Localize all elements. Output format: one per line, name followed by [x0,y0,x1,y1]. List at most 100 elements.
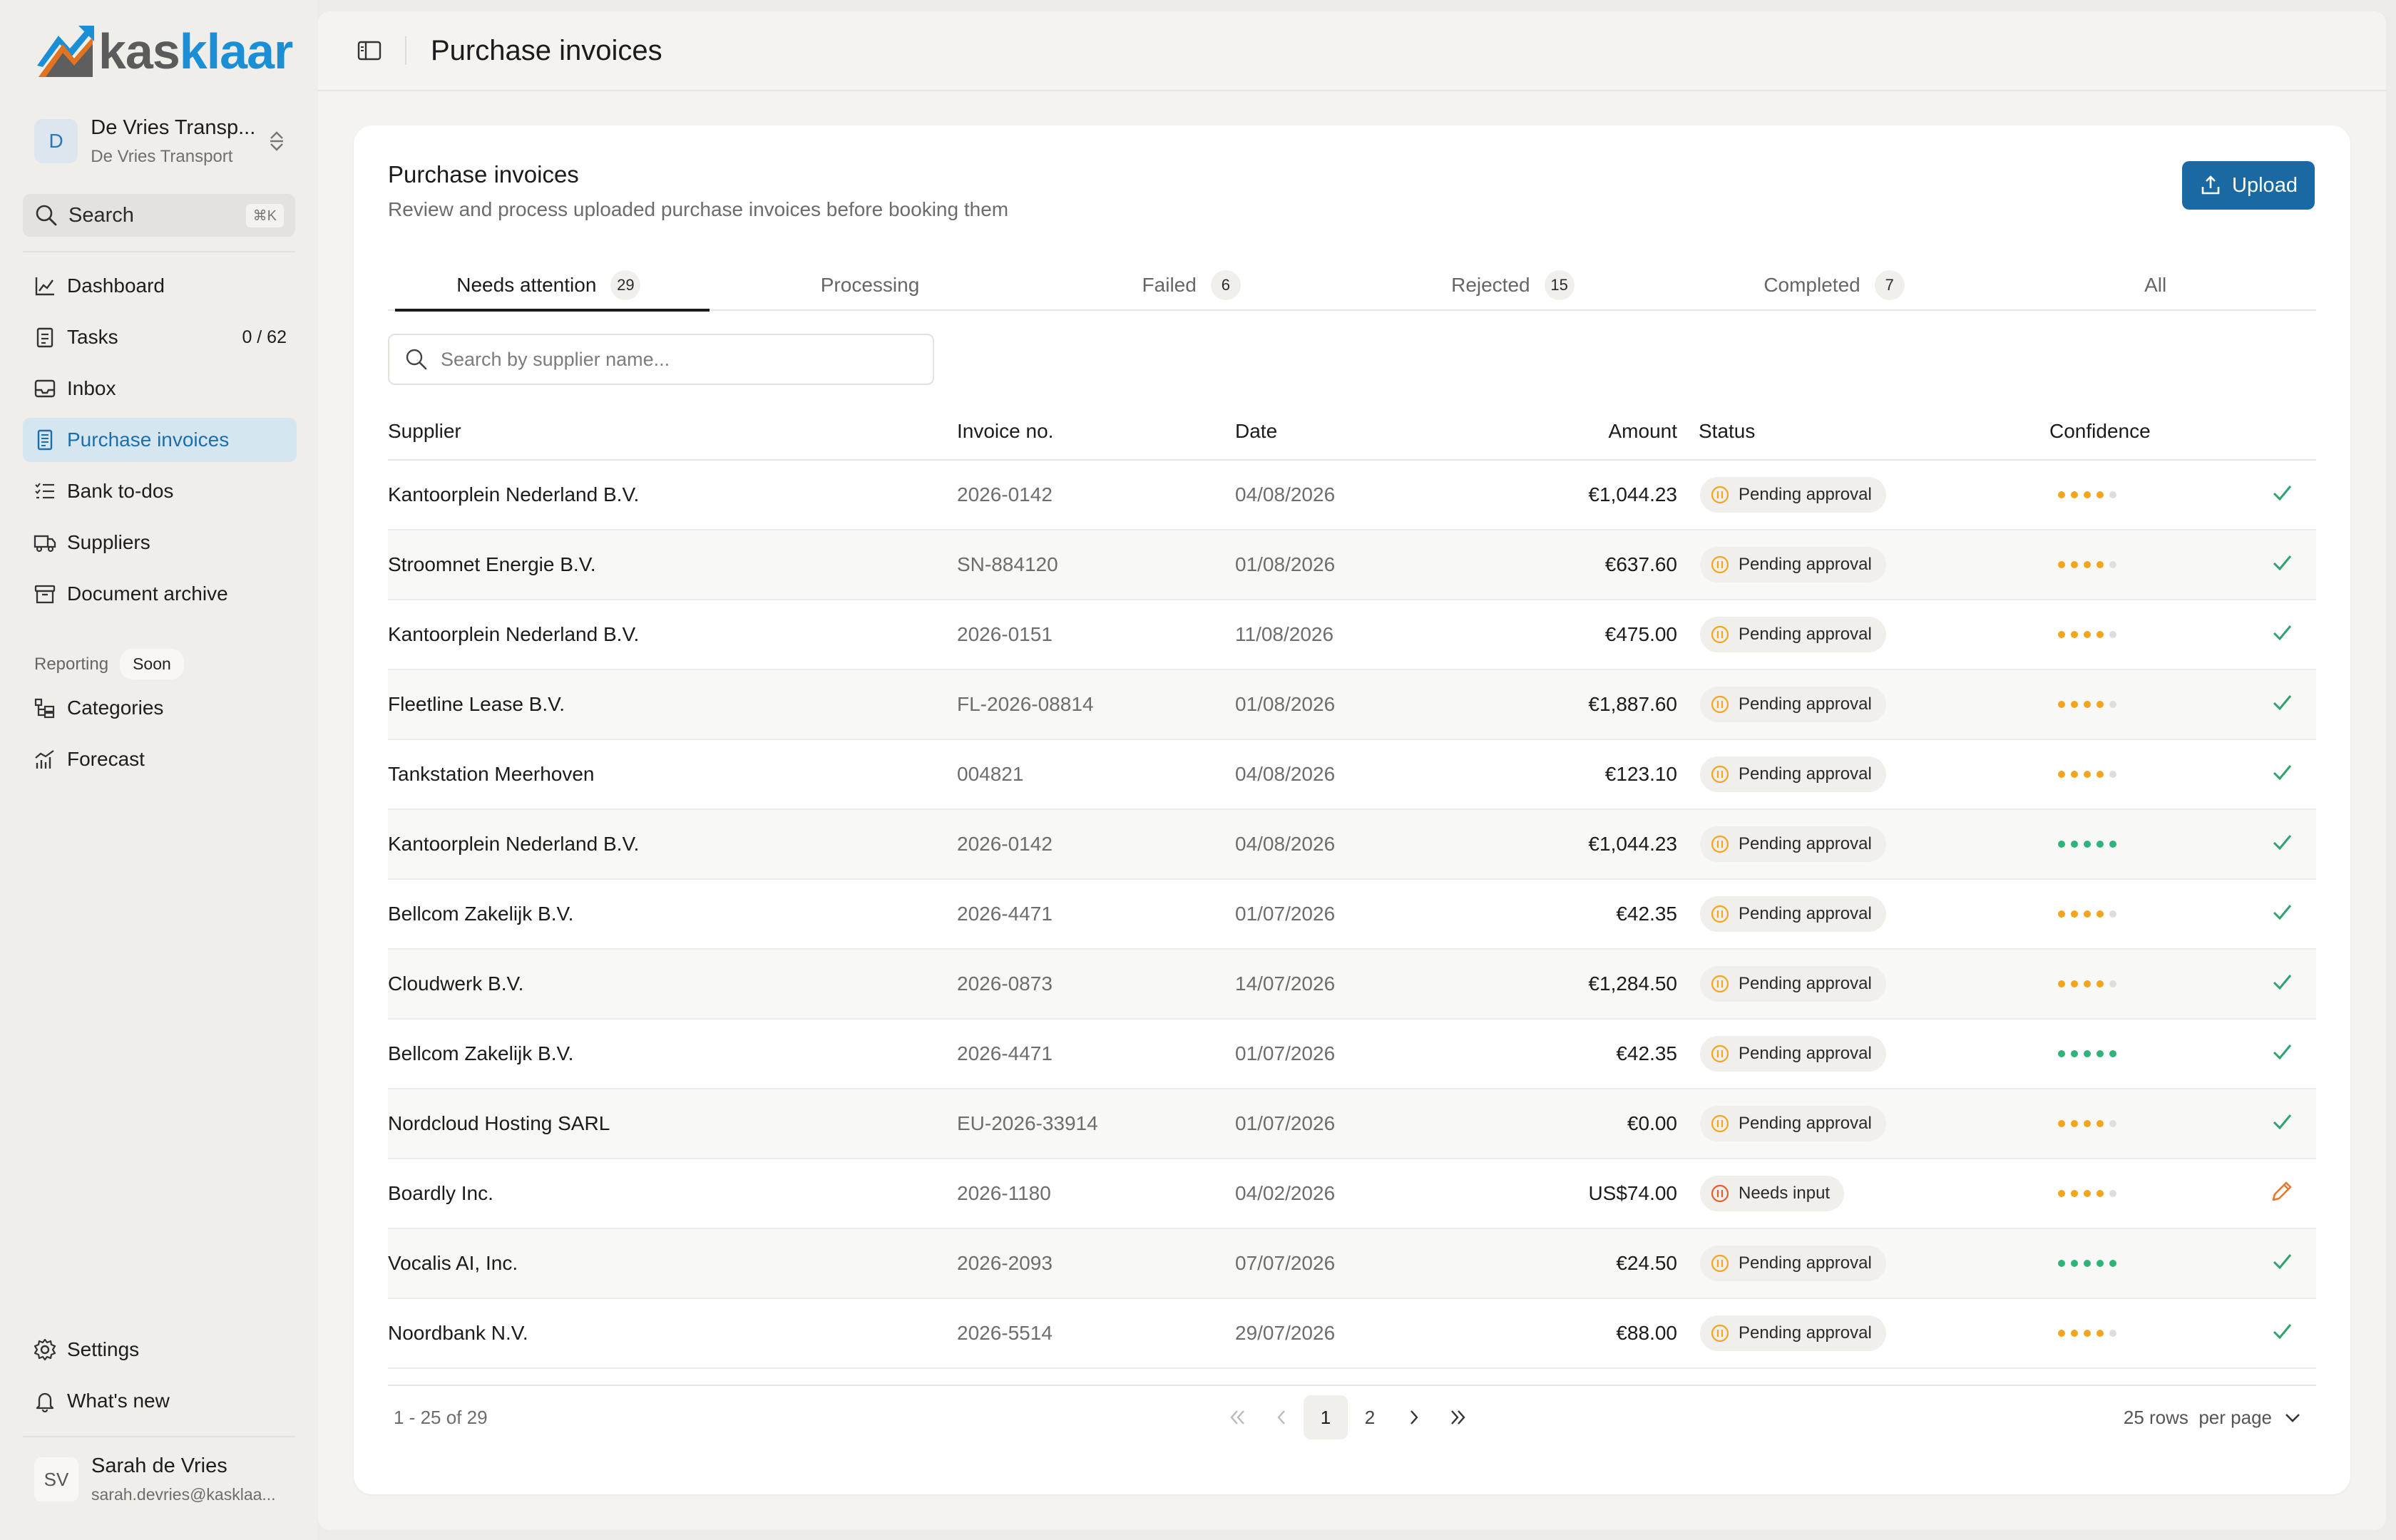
cell-status: Pending approval [1677,547,2049,582]
sidebar-item-tasks[interactable]: Tasks 0 / 62 [23,315,297,359]
status-label: Pending approval [1739,1114,1872,1133]
edit-action[interactable] [2221,1177,2316,1211]
status-label: Needs input [1739,1184,1831,1203]
search-input[interactable] [441,348,911,371]
page-2-button[interactable]: 2 [1348,1395,1392,1439]
tab-all[interactable]: All [1995,261,2316,309]
table-row[interactable]: Bellcom Zakelijk B.V. 2026-4471 01/07/2026… [388,1020,2316,1089]
sidebar-item-suppliers[interactable]: Suppliers [23,520,297,565]
column-header-confidence[interactable]: Confidence [2049,420,2221,443]
table-row[interactable]: Fleetline Lease B.V. FL-2026-08814 01/08/2… [388,670,2316,740]
check-icon[interactable] [2268,1247,2296,1280]
approve-action[interactable] [2221,1317,2316,1350]
approve-action[interactable] [2221,1107,2316,1141]
check-icon[interactable] [2268,688,2296,722]
column-header-status[interactable]: Status [1677,420,2049,443]
check-icon[interactable] [2268,898,2296,931]
status-badge: Pending approval [1700,826,1886,862]
sidebar-toggle-icon[interactable] [355,36,384,65]
sidebar-item-settings[interactable]: Settings [23,1328,297,1372]
check-icon[interactable] [2268,1107,2296,1141]
column-header-invoice[interactable]: Invoice no. [957,420,1235,443]
prev-page-icon[interactable] [1259,1395,1304,1439]
search-icon [36,205,57,226]
confidence-dots [2058,1260,2221,1267]
divider [23,1436,295,1437]
cell-confidence [2049,1190,2221,1197]
sidebar-item-label: Bank to-dos [67,480,174,502]
upload-button[interactable]: Upload [2182,161,2315,210]
table-row[interactable]: Kantoorplein Nederland B.V. 2026-0142 04/0… [388,810,2316,880]
logo[interactable]: kasklaar [34,21,293,81]
sidebar-item-categories[interactable]: Categories [23,686,297,730]
table-row[interactable]: Vocalis AI, Inc. 2026-2093 07/07/2026 €24.5… [388,1229,2316,1299]
table-row[interactable]: Bellcom Zakelijk B.V. 2026-4471 01/07/2026… [388,880,2316,950]
cell-invoice: 2026-4471 [957,903,1053,925]
cell-supplier: Bellcom Zakelijk B.V. [388,1042,574,1064]
sidebar-item-whats-new[interactable]: What's new [23,1379,297,1423]
sidebar-item-inbox[interactable]: Inbox [23,366,297,411]
tab-needs-attention[interactable]: Needs attention 29 [388,261,710,312]
approve-action[interactable] [2221,618,2316,652]
check-icon[interactable] [2268,618,2296,652]
cell-status: Pending approval [1677,617,2049,652]
org-switcher[interactable]: D De Vries Transp... De Vries Transport [34,113,291,170]
pencil-icon[interactable] [2268,1177,2296,1211]
column-header-date[interactable]: Date [1235,420,1449,443]
tab-completed[interactable]: Completed 7 [1674,261,1995,309]
cell-invoice: 2026-2093 [957,1252,1053,1274]
tab-label: Processing [820,274,920,296]
sidebar-item-document-archive[interactable]: Document archive [23,572,297,616]
sidebar-item-label: Suppliers [67,531,150,553]
check-icon[interactable] [2268,758,2296,791]
confidence-dots [2058,1190,2221,1197]
approve-action[interactable] [2221,1247,2316,1280]
approve-action[interactable] [2221,967,2316,1001]
tab-processing[interactable]: Processing [710,261,1031,309]
column-header-supplier[interactable]: Supplier [388,420,957,443]
user-menu[interactable]: SV Sarah de Vries sarah.devries@kasklaa.… [34,1454,284,1504]
table-row[interactable]: Kantoorplein Nederland B.V. 2026-0151 11/0… [388,600,2316,670]
chevron-up-down-icon[interactable] [262,123,291,159]
check-icon[interactable] [2268,1317,2296,1350]
status-label: Pending approval [1739,555,1872,574]
sidebar-item-forecast[interactable]: Forecast [23,737,297,781]
table-row[interactable]: Boardly Inc. 2026-1180 04/02/2026 US$74.00 N… [388,1159,2316,1229]
global-search[interactable]: Search ⌘K [23,194,295,237]
approve-action[interactable] [2221,898,2316,931]
check-icon[interactable] [2268,1037,2296,1071]
sidebar-item-purchase-invoices[interactable]: Purchase invoices [23,418,297,462]
tab-failed[interactable]: Failed 6 [1030,261,1352,309]
rows-per-page-select[interactable]: 25 rows per page [2124,1405,2316,1429]
first-page-icon[interactable] [1215,1395,1259,1439]
tab-rejected[interactable]: Rejected 15 [1352,261,1674,309]
page-1-button[interactable]: 1 [1304,1395,1348,1439]
approve-action[interactable] [2221,478,2316,512]
approve-action[interactable] [2221,828,2316,861]
last-page-icon[interactable] [1436,1395,1480,1439]
table-row[interactable]: Nordcloud Hosting SARL EU-2026-33914 01/07… [388,1089,2316,1159]
approve-action[interactable] [2221,1037,2316,1071]
approve-action[interactable] [2221,758,2316,791]
supplier-search[interactable] [388,334,934,385]
table-row[interactable]: Cloudwerk B.V. 2026-0873 14/07/2026 €1,284.… [388,950,2316,1020]
cell-status: Pending approval [1677,687,2049,722]
check-icon[interactable] [2268,548,2296,582]
table-row[interactable]: Kantoorplein Nederland B.V. 2026-0142 04/0… [388,461,2316,530]
check-icon[interactable] [2268,828,2296,861]
column-header-amount[interactable]: Amount [1449,420,1678,443]
check-icon[interactable] [2268,478,2296,512]
upload-label: Upload [2232,173,2298,197]
table-row[interactable]: Stroomnet Energie B.V. SN-884120 01/08/202… [388,530,2316,600]
approve-action[interactable] [2221,688,2316,722]
sidebar-item-bank-todos[interactable]: Bank to-dos [23,469,297,513]
sidebar-item-dashboard[interactable]: Dashboard [23,264,297,308]
tab-count: 29 [610,270,641,300]
approve-action[interactable] [2221,548,2316,582]
check-icon[interactable] [2268,967,2296,1001]
cell-confidence [2049,1120,2221,1127]
table-row[interactable]: Noordbank N.V. 2026-5514 29/07/2026 €88.00 P… [388,1299,2316,1369]
next-page-icon[interactable] [1392,1395,1436,1439]
table-row[interactable]: Tankstation Meerhoven 004821 04/08/2026 €12… [388,740,2316,810]
cell-status: Pending approval [1677,966,2049,1002]
